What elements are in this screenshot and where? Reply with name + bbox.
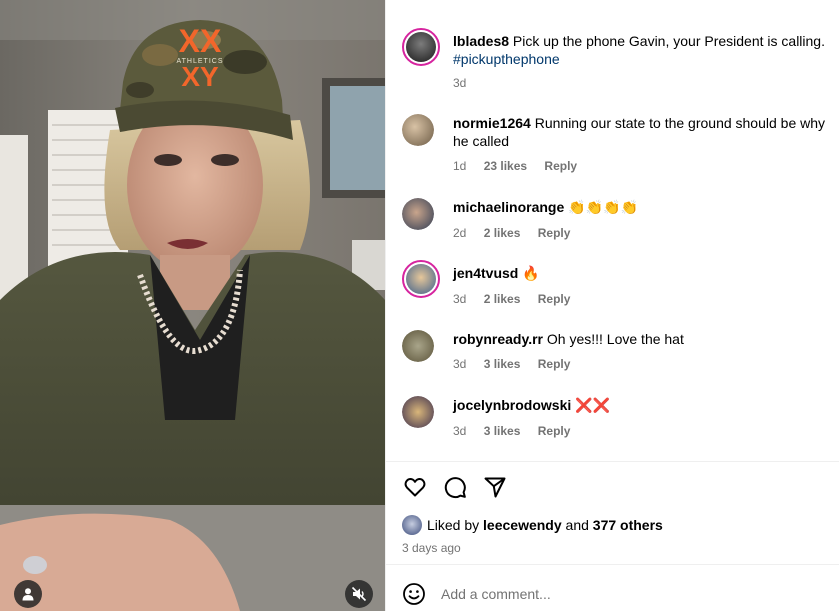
mute-button[interactable] [345,580,373,608]
comment-time[interactable]: 3d [453,292,466,306]
hat-logo-top: XX [179,23,222,59]
comment-body: robynready.rr Oh yes!!! Love the hat 3d … [453,330,832,373]
comment-text: 🔥 [522,266,540,282]
speaker-muted-icon [351,586,367,602]
hat-logo: XX ATHLETICS XY [177,23,223,92]
reply-button[interactable]: Reply [538,226,571,240]
avatar[interactable] [402,396,434,428]
comments-pane: lblades8 Pick up the phone Gavin, your P… [385,0,839,611]
avatar[interactable] [402,28,440,66]
caption-body: lblades8 Pick up the phone Gavin, your P… [453,32,832,92]
reply-button[interactable]: Reply [538,357,571,371]
comment-username[interactable]: jen4tvusd [453,265,518,281]
action-bar [402,474,508,502]
likes-others[interactable]: 377 others [593,515,663,535]
avatar[interactable] [402,330,434,362]
comment-button[interactable] [442,474,468,500]
comment-body: jen4tvusd 🔥 3d 2 likes Reply [453,264,832,308]
like-button[interactable] [402,474,428,500]
comment-body: michaelinorange 👏👏👏👏 2d 2 likes Reply [453,198,832,242]
comment-meta: 1d 23 likes Reply [453,157,832,175]
caption-hashtag[interactable]: #pickupthephone [453,51,560,67]
add-comment-row [402,580,832,608]
comment-body: jocelynbrodowski ❌❌ 3d 3 likes Reply [453,396,832,440]
reply-button[interactable]: Reply [538,424,571,438]
caption-username[interactable]: lblades8 [453,33,509,49]
divider [386,564,839,565]
comment-likes[interactable]: 3 likes [484,424,521,438]
comment-username[interactable]: normie1264 [453,115,531,131]
smiley-icon[interactable] [402,582,426,606]
comment-likes[interactable]: 2 likes [484,226,521,240]
comment-meta: 2d 2 likes Reply [453,224,832,242]
avatar[interactable] [402,515,422,535]
paper-plane-icon [484,477,506,498]
comment-bubble-icon [444,477,466,499]
comment-username[interactable]: robynready.rr [453,331,543,347]
comment-likes[interactable]: 23 likes [484,159,527,173]
post-media[interactable]: XX ATHLETICS XY [0,0,385,611]
hat-logo-bottom: XY [181,61,219,92]
comment-time[interactable]: 3d [453,357,466,371]
comment-body: normie1264 Running our state to the grou… [453,114,832,175]
comment-text: 👏👏👏👏 [568,200,638,216]
likes-user[interactable]: leecewendy [483,515,562,535]
reply-button[interactable]: Reply [544,159,577,173]
comment-username[interactable]: jocelynbrodowski [453,397,571,413]
comment-meta: 3d 3 likes Reply [453,355,832,373]
post-timestamp[interactable]: 3 days ago [402,541,461,555]
add-comment-input[interactable] [441,586,801,602]
comment-username[interactable]: michaelinorange [453,199,564,215]
video-frame-image: XX ATHLETICS XY [0,0,385,611]
heart-icon [404,477,426,497]
comment-time[interactable]: 1d [453,159,466,173]
comment-meta: 3d 3 likes Reply [453,422,832,440]
likes-joiner: and [565,517,589,533]
comment-likes[interactable]: 3 likes [484,357,521,371]
comment-time[interactable]: 2d [453,226,466,240]
caption-meta: 3d [453,74,832,92]
comment-likes[interactable]: 2 likes [484,292,521,306]
comment-text: Oh yes!!! Love the hat [546,331,684,347]
divider [386,461,839,462]
caption-time[interactable]: 3d [453,76,466,90]
likes-prefix: Liked by [427,517,480,533]
comment-text: ❌❌ [575,398,611,414]
user-icon [22,588,34,601]
caption-text: Pick up the phone Gavin, your President … [512,33,825,49]
avatar[interactable] [402,114,434,146]
avatar[interactable] [402,198,434,230]
comment-meta: 3d 2 likes Reply [453,290,832,308]
comments-list[interactable]: lblades8 Pick up the phone Gavin, your P… [386,0,839,461]
tagged-users-button[interactable] [14,580,42,608]
likes-summary: Liked by leecewendy and 377 others [402,515,663,535]
avatar[interactable] [402,260,440,298]
reply-button[interactable]: Reply [538,292,571,306]
comment-time[interactable]: 3d [453,424,466,438]
share-button[interactable] [482,474,508,500]
